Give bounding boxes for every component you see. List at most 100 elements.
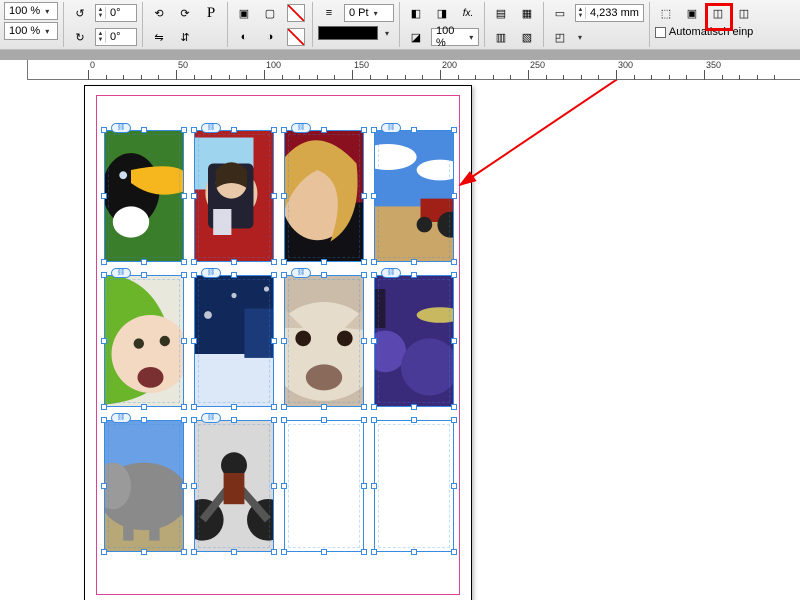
resize-handle[interactable] bbox=[451, 483, 457, 489]
resize-handle[interactable] bbox=[371, 193, 377, 199]
resize-handle[interactable] bbox=[141, 417, 147, 423]
resize-handle[interactable] bbox=[191, 272, 197, 278]
corner-icon[interactable]: ◰ bbox=[549, 26, 571, 48]
resize-handle[interactable] bbox=[361, 127, 367, 133]
resize-handle[interactable] bbox=[271, 127, 277, 133]
resize-handle[interactable] bbox=[181, 404, 187, 410]
chevron-down-icon[interactable]: ▾ bbox=[575, 33, 585, 42]
resize-handle[interactable] bbox=[371, 259, 377, 265]
resize-handle[interactable] bbox=[321, 259, 327, 265]
rotate-ccw-icon[interactable]: ↺ bbox=[69, 2, 91, 24]
resize-handle[interactable] bbox=[451, 127, 457, 133]
resize-handle[interactable] bbox=[281, 417, 287, 423]
image-frame-snow-night-blue[interactable]: ⛓ bbox=[194, 275, 274, 407]
image-frame-elephant[interactable]: ⛓ bbox=[104, 420, 184, 552]
resize-handle[interactable] bbox=[281, 272, 287, 278]
resize-handle[interactable] bbox=[231, 549, 237, 555]
fill-none-icon[interactable] bbox=[285, 26, 307, 48]
resize-handle[interactable] bbox=[321, 127, 327, 133]
resize-handle[interactable] bbox=[281, 259, 287, 265]
resize-handle[interactable] bbox=[141, 549, 147, 555]
resize-handle[interactable] bbox=[271, 193, 277, 199]
resize-handle[interactable] bbox=[191, 549, 197, 555]
resize-handle[interactable] bbox=[181, 417, 187, 423]
image-frame-motorcycle-rider[interactable]: ⛓ bbox=[194, 420, 274, 552]
text-wrap-3-icon[interactable]: ▥ bbox=[490, 26, 512, 48]
resize-handle[interactable] bbox=[191, 338, 197, 344]
resize-handle[interactable] bbox=[101, 272, 107, 278]
resize-handle[interactable] bbox=[101, 193, 107, 199]
resize-handle[interactable] bbox=[411, 549, 417, 555]
image-frame-toucan[interactable]: ⛓ bbox=[104, 130, 184, 262]
resize-handle[interactable] bbox=[231, 127, 237, 133]
feather-icon[interactable]: ◨ bbox=[431, 2, 453, 24]
resize-handle[interactable] bbox=[231, 272, 237, 278]
resize-handle[interactable] bbox=[321, 272, 327, 278]
stroke-none-icon[interactable] bbox=[285, 2, 307, 24]
resize-handle[interactable] bbox=[451, 417, 457, 423]
resize-handle[interactable] bbox=[101, 259, 107, 265]
resize-handle[interactable] bbox=[101, 483, 107, 489]
resize-handle[interactable] bbox=[451, 193, 457, 199]
size-field[interactable]: ▲▼4,233 mm bbox=[575, 4, 644, 22]
resize-handle[interactable] bbox=[181, 272, 187, 278]
image-frame-tractor-field-sky[interactable]: ⛓ bbox=[374, 130, 454, 262]
select-next-icon[interactable]: ◑ bbox=[259, 26, 281, 48]
chevron-down-icon[interactable]: ▾ bbox=[382, 29, 392, 38]
resize-handle[interactable] bbox=[411, 404, 417, 410]
resize-handle[interactable] bbox=[411, 417, 417, 423]
resize-handle[interactable] bbox=[451, 259, 457, 265]
resize-handle[interactable] bbox=[321, 404, 327, 410]
resize-handle[interactable] bbox=[181, 338, 187, 344]
rotation-2-field[interactable]: ▲▼0° bbox=[95, 28, 137, 46]
resize-handle[interactable] bbox=[371, 272, 377, 278]
resize-handle[interactable] bbox=[411, 272, 417, 278]
resize-handle[interactable] bbox=[281, 483, 287, 489]
resize-handle[interactable] bbox=[281, 338, 287, 344]
resize-handle[interactable] bbox=[321, 417, 327, 423]
paragraph-icon[interactable]: P bbox=[200, 2, 222, 24]
resize-handle[interactable] bbox=[361, 338, 367, 344]
image-frame-woman-car-phone[interactable]: ⛓ bbox=[194, 130, 274, 262]
resize-handle[interactable] bbox=[271, 417, 277, 423]
resize-handle[interactable] bbox=[361, 193, 367, 199]
resize-handle[interactable] bbox=[281, 127, 287, 133]
resize-handle[interactable] bbox=[451, 338, 457, 344]
horizontal-ruler[interactable]: 050100150200250300350 bbox=[0, 60, 800, 80]
document-canvas[interactable]: ⛓⛓⛓⛓⛓⛓⛓⛓⛓⛓ bbox=[0, 80, 800, 600]
resize-handle[interactable] bbox=[181, 193, 187, 199]
stroke-weight-combo[interactable]: 0 Pt ▾ bbox=[344, 4, 394, 22]
resize-handle[interactable] bbox=[191, 259, 197, 265]
resize-handle[interactable] bbox=[451, 272, 457, 278]
rotation-1-field[interactable]: ▲▼0° bbox=[95, 4, 137, 22]
resize-handle[interactable] bbox=[271, 338, 277, 344]
select-prev-icon[interactable]: ◐ bbox=[233, 26, 255, 48]
resize-handle[interactable] bbox=[141, 272, 147, 278]
resize-handle[interactable] bbox=[281, 404, 287, 410]
resize-handle[interactable] bbox=[361, 404, 367, 410]
fit-content-to-frame-button[interactable]: ◫ bbox=[707, 2, 729, 24]
image-frame-blonde-woman-red[interactable]: ⛓ bbox=[284, 130, 364, 262]
flip-vertical-icon[interactable]: ⇵ bbox=[174, 26, 196, 48]
resize-handle[interactable] bbox=[271, 272, 277, 278]
resize-handle[interactable] bbox=[361, 549, 367, 555]
image-frame-empty[interactable] bbox=[284, 420, 364, 552]
resize-handle[interactable] bbox=[361, 417, 367, 423]
resize-handle[interactable] bbox=[361, 272, 367, 278]
rotate-90-cw-icon[interactable]: ⟳ bbox=[174, 2, 196, 24]
resize-handle[interactable] bbox=[101, 127, 107, 133]
resize-handle[interactable] bbox=[321, 549, 327, 555]
resize-handle[interactable] bbox=[371, 127, 377, 133]
select-container-icon[interactable]: ▣ bbox=[233, 2, 255, 24]
resize-handle[interactable] bbox=[191, 404, 197, 410]
zoom-horizontal-combo[interactable]: 100 % ▾ bbox=[4, 2, 58, 20]
frame-icon[interactable]: ▭ bbox=[549, 2, 571, 24]
resize-handle[interactable] bbox=[191, 417, 197, 423]
resize-handle[interactable] bbox=[231, 259, 237, 265]
fit-frame-prop-button[interactable]: ⬚ bbox=[655, 2, 677, 24]
flip-horizontal-icon[interactable]: ⇋ bbox=[148, 26, 170, 48]
resize-handle[interactable] bbox=[361, 483, 367, 489]
resize-handle[interactable] bbox=[101, 338, 107, 344]
rotate-90-ccw-icon[interactable]: ⟲ bbox=[148, 2, 170, 24]
resize-handle[interactable] bbox=[231, 417, 237, 423]
